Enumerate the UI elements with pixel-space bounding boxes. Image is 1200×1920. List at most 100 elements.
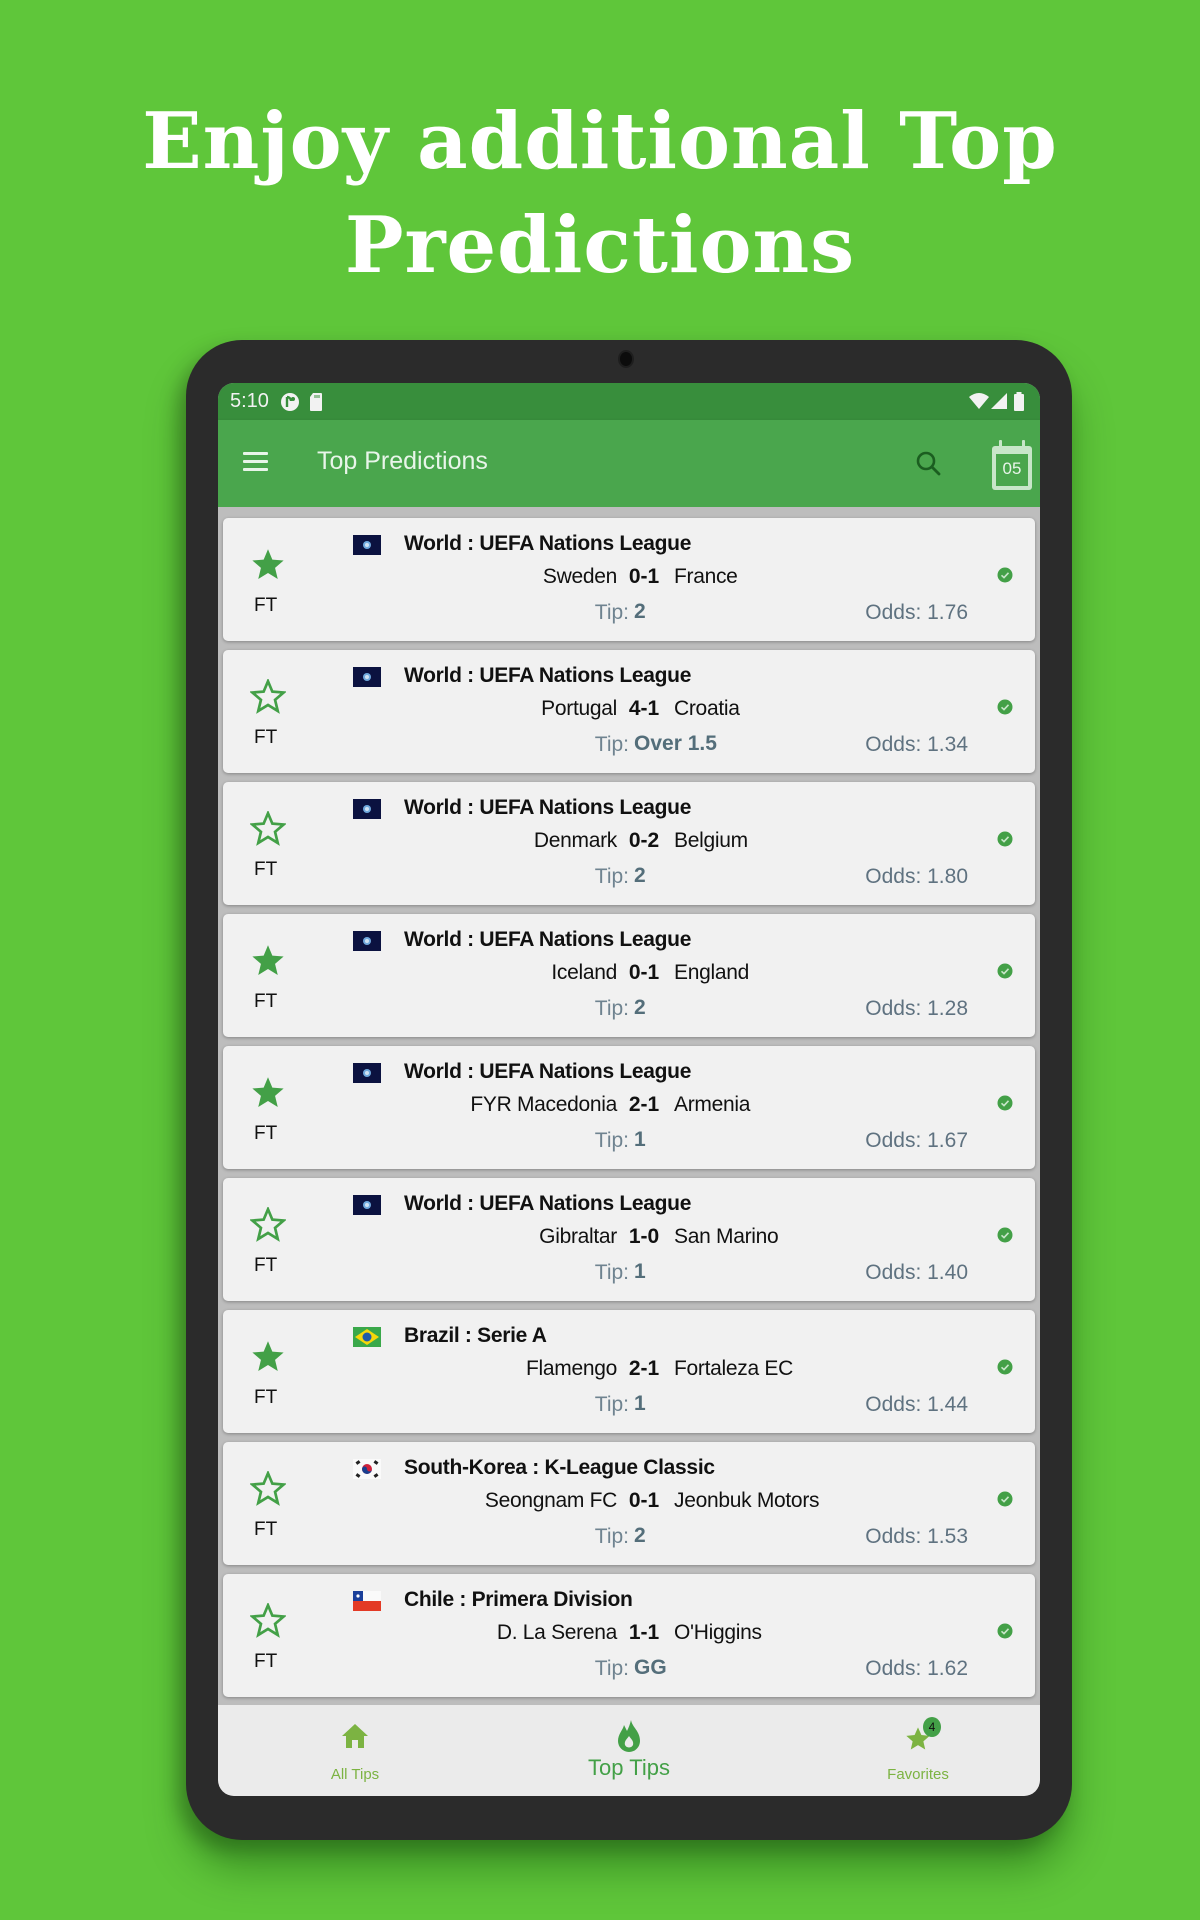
odds-value: Odds: 1.80 (865, 865, 968, 888)
tip-label: Tip: (594, 1657, 629, 1680)
league-name: World : UEFA Nations League (404, 928, 692, 951)
nav-label: Top Tips (588, 1755, 670, 1780)
promo-headline: Enjoy additional Top Predictions (0, 90, 1200, 298)
match-status: FT (254, 1123, 278, 1144)
check-circle-icon (997, 567, 1013, 583)
odds-value: Odds: 1.44 (865, 1393, 968, 1416)
flag-south-korea-icon (353, 1459, 381, 1479)
match-status: FT (254, 727, 278, 748)
match-status: FT (254, 991, 278, 1012)
league-name: Brazil : Serie A (404, 1324, 547, 1347)
league-name: World : UEFA Nations League (404, 796, 692, 819)
favorite-star-icon[interactable] (250, 1075, 286, 1111)
tip-value: Over 1.5 (634, 732, 717, 755)
tip-value: 1 (634, 1260, 646, 1283)
match-card[interactable]: FT World : UEFA Nations League Gibraltar… (223, 1178, 1035, 1301)
tip-value: 2 (634, 864, 646, 887)
bottom-navigation: All Tips Top Tips 4 Favorites (218, 1705, 1040, 1796)
away-team: Croatia (674, 697, 740, 720)
app-screen: 5:10 Top Predictions 05 FT World: UEFA … (218, 383, 1040, 1796)
favorite-star-icon[interactable] (250, 1207, 286, 1243)
flag-chile-icon (353, 1591, 381, 1611)
check-circle-icon (997, 1491, 1013, 1507)
match-card[interactable]: FT World : UEFA Nations League Sweden 0-… (223, 518, 1035, 641)
match-status: FT (254, 859, 278, 880)
favorite-star-icon[interactable] (250, 811, 286, 847)
league-name: World : UEFA Nations League (404, 664, 692, 687)
status-bar: 5:10 (218, 383, 1040, 420)
league-name: Chile : Primera Division (404, 1588, 633, 1611)
pocket-casts-icon (281, 393, 299, 411)
check-circle-icon (997, 831, 1013, 847)
promo-headline-line2: Predictions (344, 200, 856, 291)
search-icon[interactable] (914, 449, 944, 479)
app-bar: Top Predictions 05 (218, 420, 1040, 507)
fire-icon (618, 1720, 640, 1752)
match-score: 1-1 (628, 1621, 660, 1644)
away-team: Jeonbuk Motors (674, 1489, 820, 1512)
flag-brazil-icon (353, 1327, 381, 1347)
favorite-star-icon[interactable] (250, 1471, 286, 1507)
away-team: O'Higgins (674, 1621, 762, 1644)
favorite-star-icon[interactable] (250, 1339, 286, 1375)
match-score: 0-2 (628, 829, 660, 852)
match-card[interactable]: FT Chile : Primera Division D. La Serena… (223, 1574, 1035, 1697)
league-name: South-Korea : K-League Classic (404, 1456, 715, 1479)
nav-label: All Tips (330, 1766, 380, 1783)
tip-label: Tip: (594, 1129, 629, 1152)
flag-world-icon (353, 535, 381, 555)
home-team: Portugal (541, 697, 617, 720)
match-card[interactable]: FT World : UEFA Nations League FYR Maced… (223, 1046, 1035, 1169)
check-circle-icon (997, 963, 1013, 979)
match-score: 1-0 (628, 1225, 660, 1248)
flag-world-icon (353, 931, 381, 951)
calendar-day: 05 (1002, 459, 1022, 478)
match-card[interactable]: FT Brazil : Serie A Flamengo 2-1 Fortale… (223, 1310, 1035, 1433)
flag-world-icon (353, 1195, 381, 1215)
odds-value: Odds: 1.28 (865, 997, 968, 1020)
nav-all-tips[interactable]: All Tips (305, 1705, 405, 1796)
predictions-list[interactable]: FT World : UEFA Nations League Sweden 0-… (218, 507, 1040, 1705)
tip-label: Tip: (594, 1525, 629, 1548)
flag-world-icon (353, 1063, 381, 1083)
home-team: Seongnam FC (484, 1489, 617, 1512)
home-icon (342, 1724, 368, 1748)
odds-value: Odds: 1.34 (865, 733, 968, 756)
tip-label: Tip: (594, 1393, 629, 1416)
check-circle-icon (997, 699, 1013, 715)
odds-value: Odds: 1.53 (865, 1525, 968, 1548)
home-team: Gibraltar (539, 1225, 617, 1248)
tip-label: Tip: (594, 997, 629, 1020)
match-card[interactable]: FT World : UEFA Nations League Portugal … (223, 650, 1035, 773)
favorite-star-icon[interactable] (250, 1603, 286, 1639)
hamburger-icon[interactable] (243, 452, 268, 472)
flag-world-icon (353, 667, 381, 687)
match-card[interactable]: FT World : UEFA Nations League Denmark 0… (223, 782, 1035, 905)
favorite-star-icon[interactable] (250, 547, 286, 583)
match-score: 4-1 (628, 697, 660, 720)
match-score: 2-1 (628, 1357, 660, 1380)
calendar-date-button[interactable]: 05 (990, 440, 1034, 492)
tip-value: 2 (634, 996, 646, 1019)
favorite-star-icon[interactable] (250, 943, 286, 979)
match-card[interactable]: FT World : UEFA Nations League Iceland 0… (223, 914, 1035, 1037)
tip-value: 2 (634, 1524, 646, 1547)
sd-card-icon (310, 393, 322, 411)
nav-top-tips[interactable]: Top Tips (564, 1705, 694, 1796)
match-card[interactable]: FT South-Korea : K-League Classic Seongn… (223, 1442, 1035, 1565)
odds-value: Odds: 1.76 (865, 601, 968, 624)
match-score: 0-1 (628, 1489, 660, 1512)
home-team: D. La Serena (496, 1621, 617, 1644)
nav-favorites[interactable]: 4 Favorites (853, 1705, 983, 1796)
favorites-count-badge: 4 (923, 1717, 941, 1737)
signal-icon (991, 393, 1007, 409)
home-team: Sweden (542, 565, 617, 588)
league-name: World : UEFA Nations League (404, 1192, 692, 1215)
odds-value: Odds: 1.62 (865, 1657, 968, 1680)
odds-value: Odds: 1.40 (865, 1261, 968, 1284)
tip-label: Tip: (594, 733, 629, 756)
favorite-star-icon[interactable] (250, 679, 286, 715)
match-status: FT (254, 1255, 278, 1276)
tip-label: Tip: (594, 601, 629, 624)
flag-world-icon (353, 799, 381, 819)
